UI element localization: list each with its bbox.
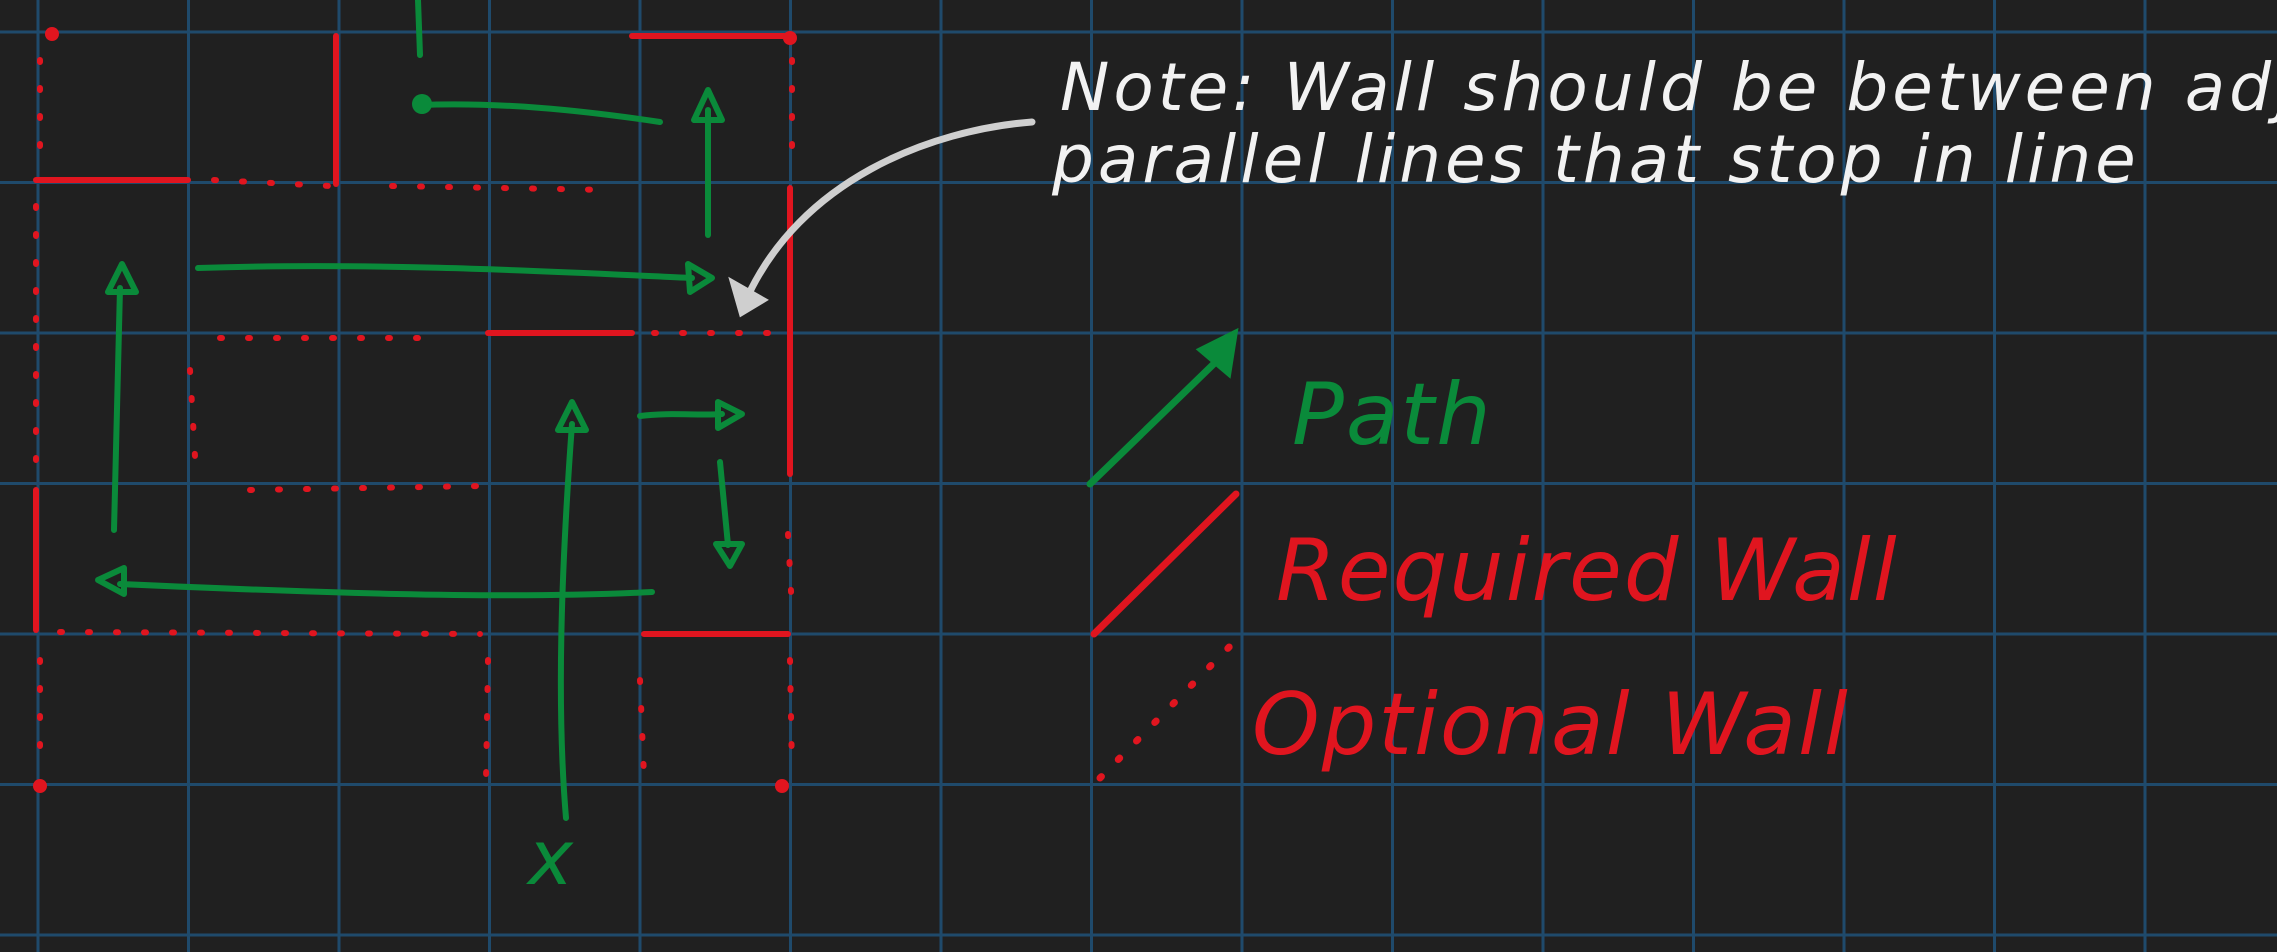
legend-required-wall-label: Required Wall [1276,521,1899,621]
path-start-dot [412,94,432,114]
wall-endpoint [33,779,47,793]
legend-path-label: Path [1292,365,1493,465]
legend-optional-wall-label: Optional Wall [1252,675,1850,775]
path-segment [415,0,423,58]
whiteboard-canvas: x Note: Wall should be between adjacent … [0,0,2277,952]
wall-endpoint [775,779,789,793]
note-line-1: Note: Wall should be between adjacent [1060,49,2277,126]
wall-endpoint [45,27,59,41]
note-line-2: parallel lines that stop in line [1051,121,2140,198]
start-marker-label: x [526,813,574,902]
wall-endpoint [783,31,797,45]
path-segment [637,411,725,419]
